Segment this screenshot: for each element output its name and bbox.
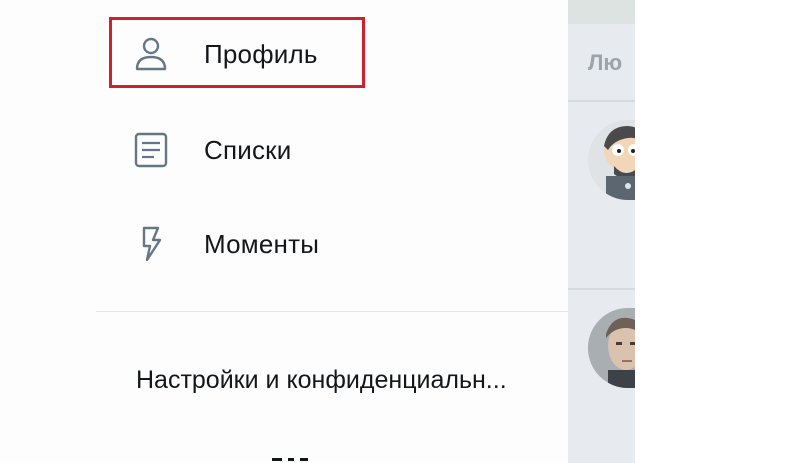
navigation-drawer: Профиль Списки Моменты Настройки и конфи…: [0, 0, 568, 463]
list-document-icon: [134, 132, 168, 168]
person-icon: [134, 36, 168, 72]
avatar[interactable]: [588, 120, 635, 200]
menu-item-label: Списки: [204, 134, 292, 165]
divider: [568, 288, 635, 290]
avatar[interactable]: [588, 308, 635, 388]
timeline-header: Лю: [588, 50, 623, 75]
timeline-top-bar: [568, 0, 635, 24]
menu-item-moments[interactable]: Моменты: [110, 209, 568, 279]
divider: [96, 311, 568, 312]
lightning-bolt-icon: [134, 226, 168, 262]
menu-item-label: Моменты: [204, 228, 320, 259]
menu-item-label: Профиль: [204, 38, 318, 69]
menu-item-profile[interactable]: Профиль: [110, 19, 568, 89]
menu-item-partial[interactable]: [270, 452, 330, 463]
timeline-panel[interactable]: Лю: [568, 0, 635, 463]
background: [635, 0, 800, 463]
divider: [568, 100, 635, 102]
screen: Профиль Списки Моменты Настройки и конфи…: [0, 0, 800, 463]
menu-item-lists[interactable]: Списки: [110, 115, 568, 185]
menu-item-settings-privacy[interactable]: Настройки и конфиденциальн...: [136, 355, 568, 405]
